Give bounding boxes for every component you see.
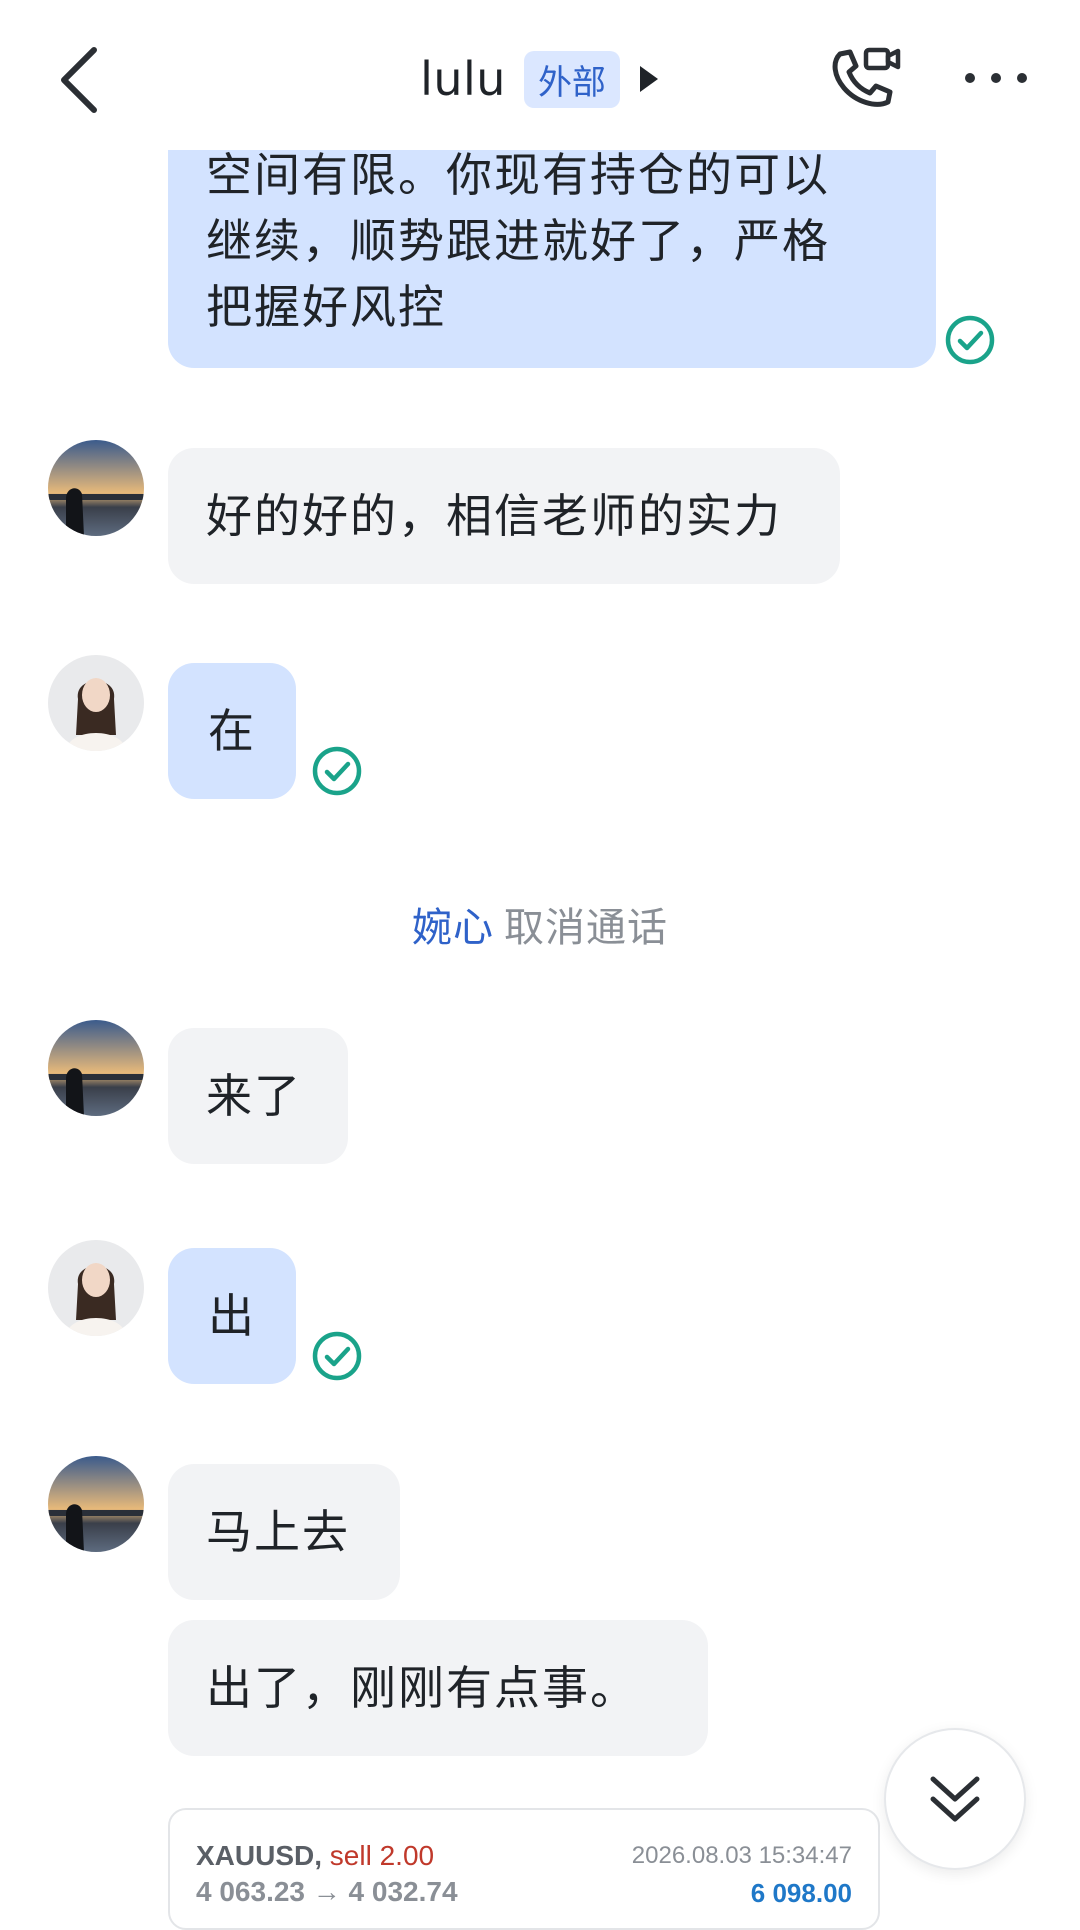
message-text: 出 <box>208 1289 256 1343</box>
read-check-icon <box>945 315 995 365</box>
notice-text: 取消通话 <box>504 905 668 951</box>
chat-header: lulu 外部 <box>0 0 1080 150</box>
avatar-sunset-photo <box>48 1456 144 1552</box>
external-badge: 外部 <box>523 50 620 108</box>
system-notice: 婉心 取消通话 <box>0 895 1080 953</box>
trade-symbol-line: XAUUSD, sell 2.00 <box>196 1840 434 1872</box>
avatar[interactable] <box>48 1020 144 1116</box>
read-check-icon <box>312 1331 362 1381</box>
message-line: 空间有限。你现有持仓的可以 <box>206 148 830 202</box>
avatar-woman-photo <box>48 655 144 751</box>
avatar-woman-photo <box>48 1240 144 1336</box>
avatar[interactable] <box>48 655 144 751</box>
avatar-sunset-photo <box>48 440 144 536</box>
trade-card[interactable]: XAUUSD, sell 2.00 4 063.23 → 4 032.74 20… <box>168 1808 880 1930</box>
trade-profit: 6 098.00 <box>750 1878 852 1908</box>
more-dots-icon <box>965 73 1027 83</box>
triangle-right-icon <box>639 66 658 92</box>
message-text: 好的好的，相信老师的实力 <box>206 489 782 543</box>
trade-datetime: 2026.08.03 15:34:47 <box>631 1842 852 1869</box>
avatar[interactable] <box>48 1456 144 1552</box>
chat-title-group[interactable]: lulu 外部 <box>0 44 1080 114</box>
message-line: 继续，顺势跟进就好了，严格 <box>206 214 830 268</box>
double-chevron-down-icon <box>930 1776 980 1822</box>
chat-title: lulu <box>420 52 506 106</box>
message-bubble-received[interactable]: 马上去 <box>168 1464 400 1600</box>
read-check-icon <box>312 746 362 796</box>
call-button[interactable] <box>826 44 906 114</box>
message-bubble-received[interactable]: 好的好的，相信老师的实力 <box>168 448 840 584</box>
avatar[interactable] <box>48 1240 144 1336</box>
notice-user[interactable]: 婉心 <box>412 905 494 951</box>
message-text: 在 <box>208 704 256 758</box>
message-bubble-sent[interactable]: 在 <box>168 663 296 799</box>
trade-prices: 4 063.23 → 4 032.74 <box>196 1876 458 1907</box>
message-text: 来了 <box>206 1069 302 1123</box>
message-text: 马上去 <box>206 1505 350 1559</box>
message-bubble-received[interactable]: 出了，刚刚有点事。 <box>168 1620 708 1756</box>
phone-video-icon <box>832 47 901 107</box>
trade-side: sell 2.00 <box>329 1840 435 1871</box>
more-button[interactable] <box>960 60 1032 96</box>
scroll-to-bottom-button[interactable] <box>884 1728 1026 1870</box>
chat-screen: lulu 外部 空间有限。你现有持仓的可以 继续，顺势跟进就好了，严格 把握好风… <box>0 0 1080 1930</box>
message-bubble-sent[interactable]: 出 <box>168 1248 296 1384</box>
message-bubble-received[interactable]: 来了 <box>168 1028 348 1164</box>
trade-symbol: XAUUSD, <box>196 1840 323 1871</box>
avatar-sunset-photo <box>48 1020 144 1116</box>
message-text: 出了，刚刚有点事。 <box>206 1661 638 1715</box>
avatar[interactable] <box>48 440 144 536</box>
message-line: 把握好风控 <box>206 280 446 334</box>
